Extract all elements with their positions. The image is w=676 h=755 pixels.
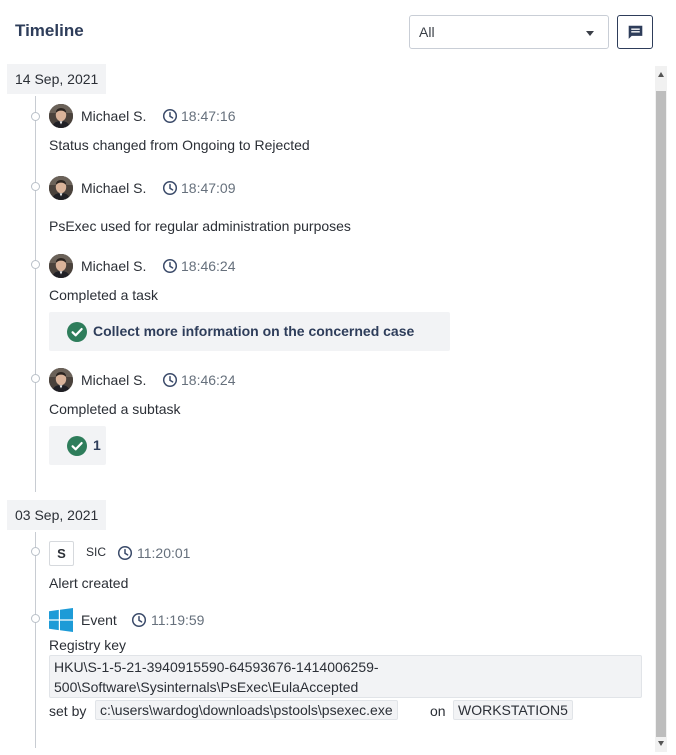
- timeline-dot: [31, 614, 40, 623]
- completed-task[interactable]: Collect more information on the concerne…: [49, 312, 450, 351]
- source-badge: S: [49, 541, 74, 566]
- entry-time: 18:46:24: [181, 258, 236, 274]
- entry-header: Michael S. 18:46:24: [49, 368, 289, 392]
- entry-text: Status changed from Ongoing to Rejected: [49, 137, 310, 153]
- scrollbar-thumb[interactable]: [656, 91, 666, 737]
- subtask-count: 1: [93, 437, 101, 453]
- host-name: WORKSTATION5: [453, 700, 573, 720]
- chevron-down-icon: [586, 31, 594, 36]
- entry-author: Michael S.: [81, 108, 147, 124]
- timeline-line: [35, 532, 36, 748]
- entry-header: Michael S. 18:47:16: [49, 104, 289, 128]
- registry-key-line: HKU\S-1-5-21-3940915590-64593676-1414006…: [54, 659, 379, 675]
- entry-author: Michael S.: [81, 180, 147, 196]
- user-avatar: [49, 368, 73, 392]
- registry-key-line: 500\Software\Sysinternals\PsExec\EulaAcc…: [54, 679, 359, 695]
- user-avatar: [49, 104, 73, 128]
- clock-icon: [162, 180, 178, 196]
- entry-text: Registry key: [49, 637, 127, 653]
- entry-author: Michael S.: [81, 372, 147, 388]
- entry-time: 18:47:16: [181, 108, 236, 124]
- clock-icon: [162, 372, 178, 388]
- filter-select[interactable]: All: [409, 15, 609, 49]
- timeline-dot: [31, 182, 40, 191]
- entry-text: Completed a subtask: [49, 401, 181, 417]
- add-comment-button[interactable]: [617, 15, 653, 49]
- windows-icon: [49, 608, 73, 632]
- entry-time: 11:19:59: [151, 612, 205, 628]
- timeline-dot: [31, 260, 40, 269]
- clock-icon: [162, 108, 178, 124]
- page-title: Timeline: [15, 21, 84, 40]
- entry-author: Michael S.: [81, 258, 147, 274]
- registry-key-value: HKU\S-1-5-21-3940915590-64593676-1414006…: [49, 655, 642, 698]
- entry-header: Event 11:19:59: [49, 608, 289, 632]
- clock-icon: [162, 258, 178, 274]
- scroll-down-arrow-icon[interactable]: [658, 741, 664, 746]
- entry-header: Michael S. 18:46:24: [49, 254, 289, 278]
- timeline-header: Timeline All: [0, 0, 676, 64]
- clock-icon: [117, 545, 133, 561]
- set-by-label: set by: [49, 703, 87, 719]
- scrollbar[interactable]: [655, 66, 667, 752]
- task-title: Collect more information on the concerne…: [93, 323, 415, 339]
- check-circle-icon: [67, 322, 87, 342]
- entry-time: 18:47:09: [181, 180, 236, 196]
- check-circle-icon: [67, 436, 87, 456]
- process-path: c:\users\wardog\downloads\pstools\psexec…: [95, 700, 398, 720]
- date-chip: 14 Sep, 2021: [7, 64, 107, 94]
- comment-icon: [628, 25, 643, 39]
- timeline-dot: [31, 374, 40, 383]
- timeline-dot: [31, 547, 40, 556]
- user-avatar: [49, 254, 73, 278]
- timeline-dot: [31, 112, 40, 121]
- entry-text: PsExec used for regular administration p…: [49, 218, 351, 234]
- scroll-up-arrow-icon[interactable]: [658, 72, 664, 77]
- entry-text: Alert created: [49, 575, 129, 591]
- clock-icon: [131, 612, 147, 628]
- user-avatar: [49, 176, 73, 200]
- on-label: on: [430, 703, 446, 719]
- timeline-line: [35, 96, 36, 492]
- entry-time: 11:20:01: [137, 545, 191, 561]
- completed-subtask[interactable]: 1: [49, 426, 106, 465]
- entry-author: SIC: [86, 545, 107, 559]
- filter-selected-value: All: [419, 24, 435, 40]
- entry-author: Event: [81, 612, 117, 628]
- entry-text: Completed a task: [49, 287, 158, 303]
- date-chip: 03 Sep, 2021: [7, 500, 107, 530]
- entry-time: 18:46:24: [181, 372, 236, 388]
- entry-header: Michael S. 18:47:09: [49, 176, 289, 200]
